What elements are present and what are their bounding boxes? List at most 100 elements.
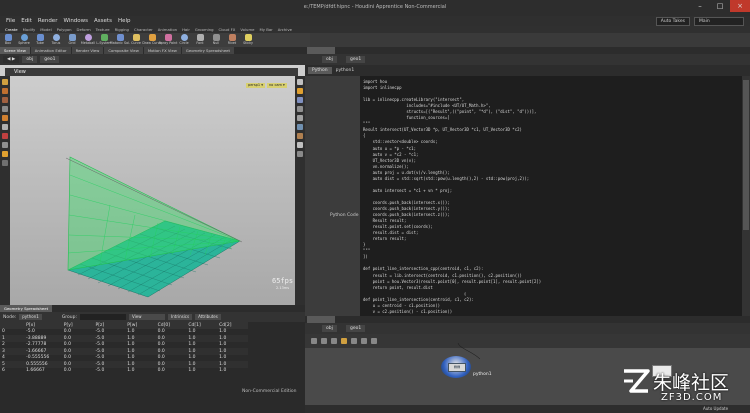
sticky-note-icon[interactable] [361,338,367,344]
shelf-tab[interactable]: Texture [96,26,110,33]
tool-null[interactable]: Null [208,33,224,47]
tool-box[interactable]: Box [0,33,16,47]
shelf-tab[interactable]: Volume [240,26,254,33]
ghost-icon[interactable] [297,124,303,130]
menu-help[interactable]: Help [118,18,131,24]
back-arrow-icon[interactable]: ◀ ▶ [3,56,20,63]
auto-update-toggle[interactable]: Auto Update [703,406,728,411]
menu-assets[interactable]: Assets [94,18,112,24]
move-tool-icon[interactable] [2,88,8,94]
rotate-tool-icon[interactable] [2,97,8,103]
shelf-tab[interactable]: Model [40,26,51,33]
display-options-icon[interactable] [297,97,303,103]
tool-rivet[interactable]: Rivet [224,33,240,47]
close-button[interactable]: × [730,0,750,12]
snap-icon[interactable] [2,151,8,157]
python-code-editor[interactable]: import hou import inlinecpp lib = inlinecp… [360,76,742,344]
point-display-icon[interactable] [297,133,303,139]
group-field[interactable] [80,314,127,320]
tool-platonic[interactable]: Platonic Sol. [110,33,130,47]
shelf-tab[interactable]: My Bar [260,26,273,33]
camera-menu[interactable]: no cam ▾ [266,83,287,88]
minimize-button[interactable]: – [690,0,710,12]
menu-render[interactable]: Render [38,18,58,24]
network-snap-icon[interactable] [341,338,347,344]
menu-windows[interactable]: Windows [63,18,88,24]
left-pane-tabs: Scene View Animation Editor Render View … [0,47,305,54]
go-menu-icon[interactable] [331,338,337,344]
home-icon[interactable] [297,151,303,157]
wireframe-icon[interactable] [297,106,303,112]
add-menu-icon[interactable] [311,338,317,344]
menu-edit[interactable]: Edit [21,18,32,24]
tab-geometry-spreadsheet-lower[interactable]: Geometry Spreadsheet [0,305,53,312]
handle-tool-icon[interactable] [2,115,8,121]
python-tab[interactable]: Python [308,67,332,74]
python-code-label: Python Code [330,213,359,218]
tool-font[interactable]: Font [192,33,208,47]
view-tool-icon[interactable] [2,142,8,148]
table-row[interactable]: 6 1.66667 0.0 -5.0 1.0 0.0 1.0 1.0 [0,368,248,375]
intrinsics-button[interactable]: Intrinsics [168,314,193,320]
shelf-tab[interactable]: Create [5,26,18,33]
shelf-tab[interactable]: Cloud FX [219,26,236,33]
shaded-icon[interactable] [297,115,303,121]
tab-motion-fx-view[interactable]: Motion FX View [143,47,181,54]
auto-takes-toggle[interactable]: Auto Takes [655,17,690,26]
shelf-tab[interactable]: Archive [278,26,292,33]
tool-spray-paint[interactable]: Spray Paint [159,33,177,47]
shelf-tab[interactable]: Modify [23,26,36,33]
shelf-tab[interactable]: Rigging [115,26,129,33]
tab-parameters[interactable] [307,47,335,54]
pivot-icon[interactable] [2,160,8,166]
net-path-obj[interactable]: obj [322,325,337,332]
tab-animation-editor[interactable]: Animation Editor [30,47,71,54]
persp-menu[interactable]: persp1 ▾ [246,83,265,88]
shelf-tab[interactable]: Character [134,26,153,33]
layout-icon[interactable] [351,338,357,344]
shelf-tab[interactable]: Hair [182,26,190,33]
scale-tool-icon[interactable] [2,106,8,112]
normal-display-icon[interactable] [297,142,303,148]
pose-tool-icon[interactable] [2,124,8,130]
tool-grid[interactable]: Grid [64,33,80,47]
view-select[interactable]: View [129,314,166,320]
select-tool-icon[interactable] [2,79,8,85]
desktop-select[interactable]: Main [694,17,744,26]
node-select[interactable]: python1 [19,314,42,320]
code-scroll-thumb[interactable] [743,80,749,230]
tool-sticky[interactable]: Sticky [240,33,256,47]
shelf-tab[interactable]: Animation [158,26,177,33]
shelf-tab[interactable]: Deform [77,26,91,33]
network-box-icon[interactable] [371,338,377,344]
tool-circle[interactable]: Circle [176,33,192,47]
tool-metaball[interactable]: Metaball [80,33,96,47]
edit-menu-icon[interactable] [321,338,327,344]
scene-viewport[interactable] [0,65,305,305]
tool-sphere[interactable]: Sphere [16,33,32,47]
tab-scene-view[interactable]: Scene View [0,47,30,54]
path-obj-right[interactable]: obj [322,56,337,63]
maximize-button[interactable]: □ [710,0,730,12]
shelf-tab[interactable]: Grooming [195,26,214,33]
path-geo[interactable]: geo1 [40,56,60,63]
shelf-tab[interactable]: Polygon [57,26,72,33]
net-path-geo[interactable]: geo1 [346,325,366,332]
path-obj[interactable]: obj [22,56,38,63]
magnet-icon[interactable] [2,133,8,139]
tab-geometry-spreadsheet[interactable]: Geometry Spreadsheet [181,47,234,54]
attributes-button[interactable]: Attributes [195,314,221,320]
tab-network-view[interactable] [307,316,335,323]
code-text[interactable]: import hou import inlinecpp lib = inlinecp… [363,79,541,345]
tab-render-view[interactable]: Render View [71,47,104,54]
tool-label: Torus [51,41,61,45]
tool-tube[interactable]: Tube [32,33,48,47]
path-geo-right[interactable]: geo1 [346,56,366,63]
light-icon[interactable] [297,88,303,94]
lock-camera-icon[interactable] [297,79,303,85]
menu-file[interactable]: File [6,18,15,24]
shelf-tabs: Create Modify Model Polygon Deform Textu… [0,26,750,33]
tool-draw-curve[interactable]: Draw Curve [142,33,162,47]
tab-composite-view[interactable]: Composite View [104,47,143,54]
tool-torus[interactable]: Torus [48,33,64,47]
